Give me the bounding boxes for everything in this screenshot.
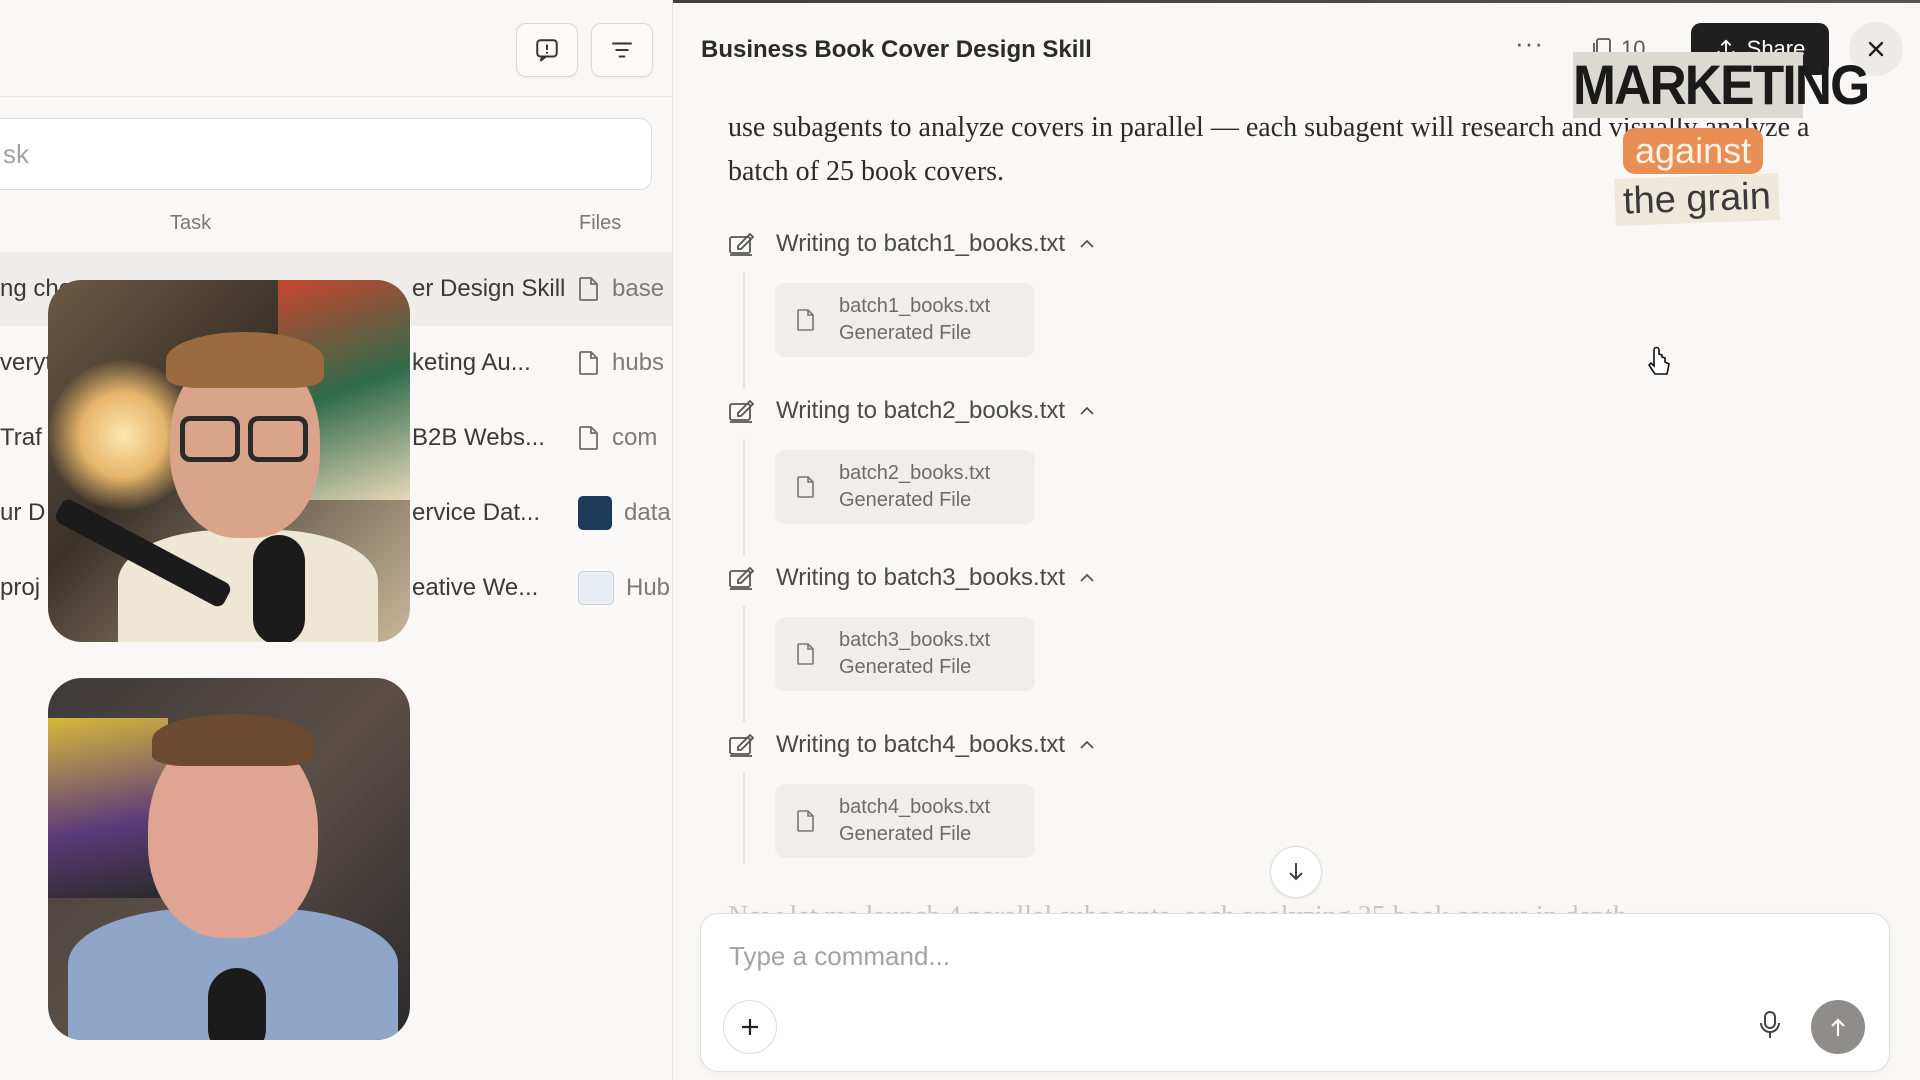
arrow-down-icon xyxy=(1289,863,1303,881)
task-name-start: Traf xyxy=(0,424,42,451)
microphone xyxy=(253,535,305,642)
microphone-icon xyxy=(1760,1011,1780,1038)
sidebar-divider xyxy=(0,96,672,97)
step-connector xyxy=(743,272,745,388)
generated-file-card[interactable]: batch3_books.txt Generated File xyxy=(775,617,1035,691)
task-file[interactable]: Hub xyxy=(578,571,670,605)
document-icon xyxy=(797,476,814,498)
edit-file-icon xyxy=(729,232,755,256)
file-type: Generated File xyxy=(839,489,972,511)
task-name-end: eative We... xyxy=(412,574,539,601)
document-icon xyxy=(579,277,598,301)
task-file-name: Hub xyxy=(626,574,671,601)
glasses-left xyxy=(180,416,240,462)
task-name-start: proj xyxy=(0,574,41,601)
scroll-to-bottom-button[interactable] xyxy=(1270,846,1322,898)
task-file-name: data xyxy=(624,499,671,526)
arrow-up-icon xyxy=(1831,1018,1845,1036)
message-icon xyxy=(536,39,558,62)
glasses-right xyxy=(248,416,308,462)
file-thumbnail xyxy=(578,571,614,605)
page-title: Business Book Cover Design Skill xyxy=(701,36,1092,63)
tool-step-header[interactable]: Writing to batch2_books.txt xyxy=(728,397,1095,425)
task-name-end: er Design Skill xyxy=(412,275,566,302)
tool-step-label: Writing to batch2_books.txt xyxy=(776,397,1066,424)
edit-file-icon xyxy=(729,733,755,757)
file-type: Generated File xyxy=(839,823,972,845)
column-header-task[interactable]: Task xyxy=(170,212,211,235)
tool-step-label: Writing to batch1_books.txt xyxy=(776,230,1066,257)
column-header-files[interactable]: Files xyxy=(579,212,621,235)
hair xyxy=(152,714,314,766)
task-file-name: base xyxy=(612,275,665,302)
task-name-end: keting Au... xyxy=(412,349,531,376)
plus-icon xyxy=(742,1019,758,1035)
mouse-pointer-icon xyxy=(1645,346,1673,383)
task-search[interactable] xyxy=(0,118,652,190)
more-options-button[interactable]: ··· xyxy=(1515,28,1544,59)
task-file-name: hubs xyxy=(612,349,665,376)
file-name: batch1_books.txt xyxy=(839,295,991,317)
command-composer xyxy=(700,913,1890,1072)
task-file[interactable]: base xyxy=(578,275,664,303)
logo-line-2: against xyxy=(1623,128,1764,174)
close-icon xyxy=(1868,41,1884,57)
file-name: batch4_books.txt xyxy=(839,796,991,818)
tool-step-label: Writing to batch3_books.txt xyxy=(776,564,1066,591)
tool-step-header[interactable]: Writing to batch3_books.txt xyxy=(728,564,1095,592)
file-type: Generated File xyxy=(839,656,972,678)
document-icon xyxy=(797,643,814,665)
task-sidebar: Task Files ng chec er Design Skill base … xyxy=(0,0,673,1080)
logo-line-1: MARKETING xyxy=(1573,52,1870,118)
webcam-overlay-guest xyxy=(48,678,410,1040)
chevron-up-icon[interactable] xyxy=(1079,740,1095,750)
step-connector xyxy=(743,439,745,555)
tool-step-label: Writing to batch4_books.txt xyxy=(776,731,1066,758)
edit-file-icon xyxy=(729,399,755,423)
generated-file-card[interactable]: batch1_books.txt Generated File xyxy=(775,283,1035,357)
file-thumbnail xyxy=(578,496,612,530)
filter-icon xyxy=(612,42,632,58)
document-icon xyxy=(579,426,598,450)
edit-file-icon xyxy=(729,566,755,590)
file-name: batch2_books.txt xyxy=(839,462,991,484)
chevron-up-icon[interactable] xyxy=(1079,406,1095,416)
voice-input-button[interactable] xyxy=(1759,1010,1781,1045)
task-search-input[interactable] xyxy=(1,137,605,171)
generated-file-card[interactable]: batch4_books.txt Generated File xyxy=(775,784,1035,858)
marketing-against-the-grain-logo: MARKETING against the grain xyxy=(1563,52,1870,262)
task-name-start: veryt xyxy=(0,349,53,376)
command-input[interactable] xyxy=(727,940,1831,973)
hair xyxy=(166,332,324,388)
task-file[interactable]: hubs xyxy=(578,349,664,377)
document-icon xyxy=(797,309,814,331)
webcam-overlay-host xyxy=(48,280,410,642)
task-file[interactable]: data xyxy=(578,496,671,530)
filter-button[interactable] xyxy=(591,23,653,77)
task-name-end: B2B Webs... xyxy=(412,424,545,451)
chevron-up-icon[interactable] xyxy=(1079,573,1095,583)
task-name-start: ur D xyxy=(0,499,46,526)
add-attachment-button[interactable] xyxy=(723,1000,777,1054)
task-file[interactable]: com xyxy=(578,424,657,452)
microphone xyxy=(208,968,266,1040)
task-name-end: ervice Dat... xyxy=(412,499,541,526)
send-button[interactable] xyxy=(1811,1000,1865,1054)
feedback-button[interactable] xyxy=(516,23,578,77)
step-connector xyxy=(743,606,745,722)
file-name: batch3_books.txt xyxy=(839,629,991,651)
tool-step-header[interactable]: Writing to batch4_books.txt xyxy=(728,731,1095,759)
tool-step-header[interactable]: Writing to batch1_books.txt xyxy=(728,230,1095,258)
file-type: Generated File xyxy=(839,322,972,344)
document-icon xyxy=(797,810,814,832)
task-file-name: com xyxy=(612,424,658,451)
document-icon xyxy=(579,351,598,375)
step-connector xyxy=(743,773,745,863)
chevron-up-icon[interactable] xyxy=(1079,239,1095,249)
generated-file-card[interactable]: batch2_books.txt Generated File xyxy=(775,450,1035,524)
streaming-text: Now let me launch 4 parallel subagents, … xyxy=(728,895,1828,915)
logo-line-3: the grain xyxy=(1614,173,1780,226)
